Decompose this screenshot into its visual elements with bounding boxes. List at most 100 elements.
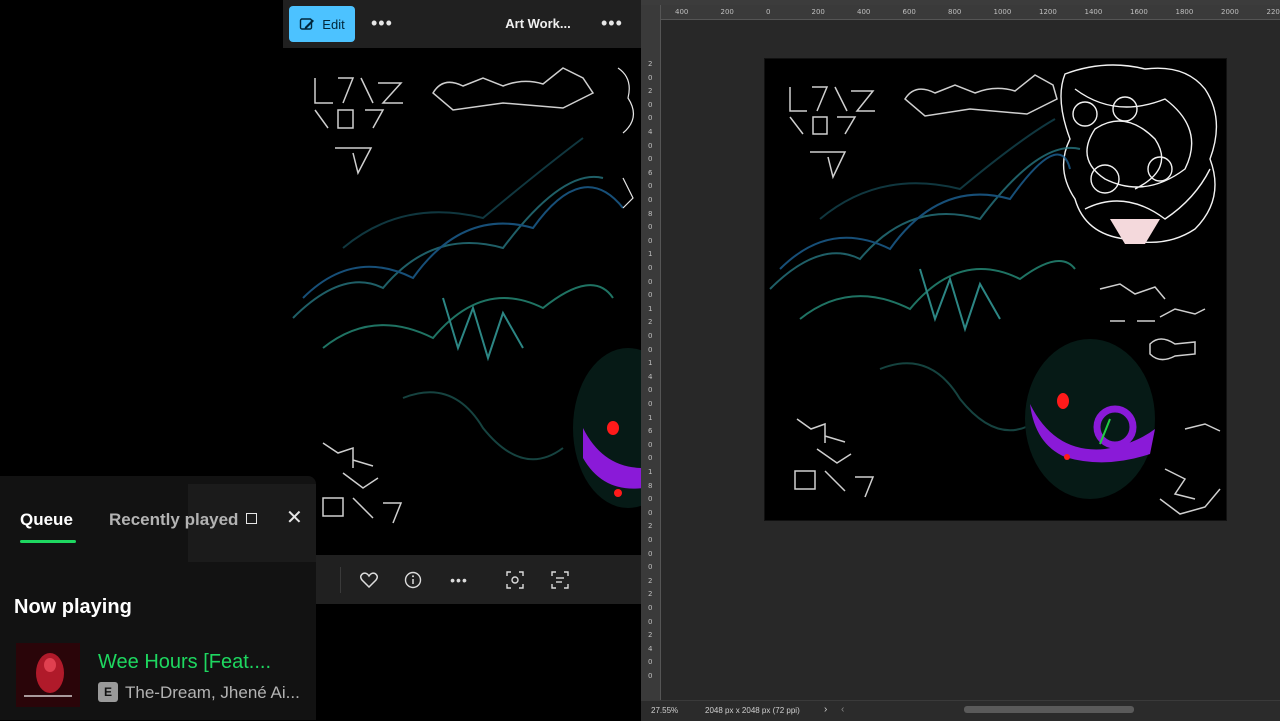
ruler-v-tick-label: 4 xyxy=(648,645,652,653)
ruler-h-tick-label: 200 xyxy=(812,8,825,16)
ruler-v-tick-label: 0 xyxy=(648,509,652,517)
viewer-image xyxy=(283,48,641,555)
explicit-badge: E xyxy=(98,682,118,702)
image-title: Art Work... xyxy=(483,16,593,31)
ruler-v-tick-label: 2 xyxy=(648,631,652,639)
ruler-v-tick-label: 8 xyxy=(648,210,652,218)
ruler-h-tick-label: 2200 xyxy=(1267,8,1280,16)
ruler-v-tick-label: 2 xyxy=(648,590,652,598)
track-title[interactable]: Wee Hours [Feat.... xyxy=(98,651,271,674)
track-artist[interactable]: The-Dream, Jhené Ai... xyxy=(125,683,300,703)
ruler-h-tick-label: 400 xyxy=(857,8,870,16)
ruler-v-tick-label: 1 xyxy=(648,250,652,258)
ruler-v-tick-label: 0 xyxy=(648,237,652,245)
tab-recently-played[interactable]: Recently played xyxy=(109,510,238,530)
ruler-v-tick-label: 0 xyxy=(648,441,652,449)
more-options-bottom-icon[interactable]: ••• xyxy=(444,565,474,595)
ruler-h-tick-label: 1800 xyxy=(1176,8,1194,16)
vertical-ruler[interactable]: 2 0 2 0 0 4 0 0 6 0 0 8 0 0 1 0 0 0 1 2 0 0 1 4 0 0 1 6 0 0 1 8 0 0 2 0 0 0 2 2… xyxy=(641,5,661,700)
ruler-v-tick-label: 0 xyxy=(648,563,652,571)
ruler-v-tick-label: 0 xyxy=(648,264,652,272)
photo-viewer-window: Edit ••• Art Work... ••• xyxy=(283,0,641,604)
info-icon[interactable] xyxy=(398,565,428,595)
ruler-v-tick-label: 0 xyxy=(648,278,652,286)
ruler-h-tick-label: 800 xyxy=(948,8,961,16)
ruler-h-tick-label: 600 xyxy=(903,8,916,16)
ruler-v-tick-label: 6 xyxy=(648,427,652,435)
tab-queue[interactable]: Queue xyxy=(20,510,73,530)
ruler-h-tick-label: 200 xyxy=(721,8,734,16)
ruler-v-tick-label: 4 xyxy=(648,373,652,381)
more-options-icon[interactable]: ••• xyxy=(371,14,393,32)
toolbar-divider xyxy=(340,567,341,593)
ruler-v-tick-label: 0 xyxy=(648,74,652,82)
maximize-icon[interactable] xyxy=(246,513,257,524)
ruler-h-tick-label: 1600 xyxy=(1130,8,1148,16)
ruler-h-tick-label: 1000 xyxy=(994,8,1012,16)
ruler-v-tick-label: 0 xyxy=(648,658,652,666)
close-icon[interactable]: ✕ xyxy=(286,508,303,528)
edit-button[interactable]: Edit xyxy=(289,6,355,42)
viewer-bottom-toolbar: ••• xyxy=(283,555,641,604)
document-info[interactable]: 2048 px x 2048 px (72 ppi) xyxy=(705,706,800,715)
ruler-v-tick-label: 0 xyxy=(648,346,652,354)
ruler-v-tick-label: 1 xyxy=(648,414,652,422)
favorite-heart-icon[interactable] xyxy=(354,565,384,595)
ruler-v-tick-label: 0 xyxy=(648,536,652,544)
ruler-v-tick-label: 2 xyxy=(648,60,652,68)
ruler-v-tick-label: 0 xyxy=(648,142,652,150)
album-art[interactable] xyxy=(16,643,80,707)
edit-image-icon xyxy=(299,16,315,32)
ruler-v-tick-label: 0 xyxy=(648,155,652,163)
ruler-v-tick-label: 6 xyxy=(648,169,652,177)
ruler-v-tick-label: 1 xyxy=(648,305,652,313)
ruler-v-tick-label: 0 xyxy=(648,550,652,558)
photoshop-window: 4002000200400600800100012001400160018002… xyxy=(641,0,1280,720)
ruler-v-tick-label: 1 xyxy=(648,359,652,367)
album-cover-image xyxy=(16,643,80,707)
ruler-v-tick-label: 0 xyxy=(648,672,652,680)
ruler-v-tick-label: 2 xyxy=(648,318,652,326)
horizontal-scrollbar[interactable] xyxy=(964,706,1134,713)
now-playing-heading: Now playing xyxy=(14,596,132,619)
ruler-v-tick-label: 0 xyxy=(648,618,652,626)
ruler-v-tick-label: 0 xyxy=(648,223,652,231)
ruler-v-tick-label: 0 xyxy=(648,386,652,394)
document-canvas[interactable] xyxy=(765,59,1226,520)
ruler-v-tick-label: 0 xyxy=(648,291,652,299)
ruler-h-tick-label: 1200 xyxy=(1039,8,1057,16)
ruler-v-tick-label: 2 xyxy=(648,522,652,530)
active-tab-indicator xyxy=(20,540,76,543)
status-bar: 27.55% 2048 px x 2048 px (72 ppi) › ‹ xyxy=(641,700,1280,721)
queue-panel: Queue Recently played ✕ Now playing Wee … xyxy=(0,476,316,720)
ruler-h-tick-label: 0 xyxy=(766,8,770,16)
zoom-level[interactable]: 27.55% xyxy=(651,706,678,715)
status-menu-arrow-icon[interactable]: › xyxy=(824,704,827,715)
ruler-h-tick-label: 2000 xyxy=(1221,8,1239,16)
ruler-v-tick-label: 8 xyxy=(648,482,652,490)
ruler-v-tick-label: 0 xyxy=(648,182,652,190)
ruler-v-tick-label: 0 xyxy=(648,196,652,204)
viewer-toolbar: Edit ••• Art Work... ••• xyxy=(283,0,641,48)
visual-search-icon[interactable] xyxy=(500,565,530,595)
ruler-v-tick-label: 1 xyxy=(648,468,652,476)
ruler-v-tick-label: 0 xyxy=(648,604,652,612)
ruler-h-tick-label: 400 xyxy=(675,8,688,16)
text-scan-icon[interactable] xyxy=(545,565,575,595)
ruler-v-tick-label: 2 xyxy=(648,577,652,585)
artwork-document xyxy=(765,59,1226,520)
ruler-v-tick-label: 2 xyxy=(648,87,652,95)
ruler-v-tick-label: 0 xyxy=(648,495,652,503)
ruler-v-tick-label: 0 xyxy=(648,332,652,340)
toolbar-more-icon[interactable]: ••• xyxy=(601,14,623,32)
edit-button-label: Edit xyxy=(322,17,344,32)
ruler-v-tick-label: 4 xyxy=(648,128,652,136)
ruler-v-tick-label: 0 xyxy=(648,114,652,122)
artwork-preview xyxy=(283,48,641,555)
ruler-v-tick-label: 0 xyxy=(648,454,652,462)
ruler-v-tick-label: 0 xyxy=(648,400,652,408)
ruler-v-tick-label: 0 xyxy=(648,101,652,109)
ruler-h-tick-label: 1400 xyxy=(1085,8,1103,16)
horizontal-ruler[interactable]: 4002000200400600800100012001400160018002… xyxy=(660,5,1280,20)
scroll-left-icon[interactable]: ‹ xyxy=(841,704,844,715)
